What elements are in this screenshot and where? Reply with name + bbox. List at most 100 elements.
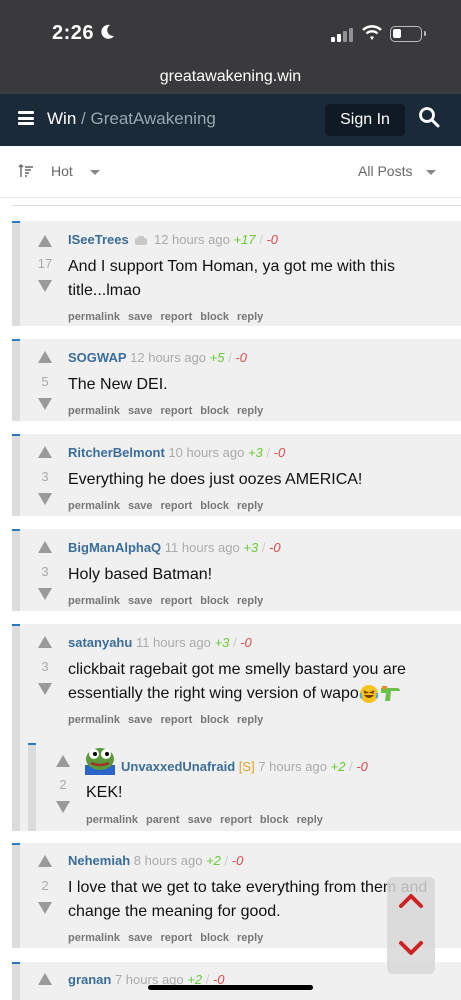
permalink-link[interactable]: permalink [68, 405, 120, 417]
block-link[interactable]: block [200, 714, 229, 726]
comment: 3 satanyahu 11 hours ago +3 / -0 clickba… [12, 624, 461, 831]
comment-time: 7 hours ago [258, 759, 327, 774]
comment-author[interactable]: Nehemiah [68, 853, 130, 868]
permalink-link[interactable]: permalink [68, 714, 120, 726]
comment: 5 SOGWAP 12 hours ago +5 / -0 The New DE… [12, 339, 461, 421]
comment-body: Holy based Batman! [68, 566, 213, 583]
comment-author[interactable]: SOGWAP [68, 350, 127, 365]
scroll-down-icon[interactable] [398, 940, 424, 958]
permalink-link[interactable]: permalink [68, 500, 120, 512]
downvote-icon[interactable] [38, 683, 52, 695]
report-link[interactable]: report [160, 932, 192, 944]
report-link[interactable]: report [160, 405, 192, 417]
comment-body: The New DEI. [68, 376, 168, 393]
upvote-icon[interactable] [38, 636, 52, 648]
reply-link[interactable]: reply [297, 814, 323, 826]
report-link[interactable]: report [160, 595, 192, 607]
comment: 3 BigManAlphaQ 11 hours ago +3 / -0 Holy… [12, 529, 461, 611]
comment-meta: Nehemiah 8 hours ago +2 / -0 [68, 853, 244, 868]
chevron-down-icon[interactable] [426, 170, 436, 175]
community-name[interactable]: GreatAwakening [90, 109, 215, 128]
block-link[interactable]: block [200, 595, 229, 607]
comment-body: KEK! [86, 784, 123, 801]
chevron-down-icon[interactable] [90, 170, 100, 175]
sort-select[interactable]: Hot [51, 163, 73, 179]
report-link[interactable]: report [160, 311, 192, 323]
comment: 3 RitcherBelmont 10 hours ago +3 / -0 Ev… [12, 434, 461, 516]
divider [12, 205, 461, 206]
comment-author[interactable]: UnvaxxedUnafraid [121, 759, 235, 774]
permalink-link[interactable]: permalink [68, 311, 120, 323]
comment-actions: permalink save report block reply [68, 405, 271, 417]
save-link[interactable]: save [128, 405, 152, 417]
report-link[interactable]: report [220, 814, 252, 826]
scroll-up-icon[interactable] [398, 891, 424, 909]
save-link[interactable]: save [128, 500, 152, 512]
comment-author[interactable]: ISeeTrees [68, 232, 129, 247]
comment-author[interactable]: granan [68, 972, 111, 987]
avatar[interactable] [83, 745, 117, 775]
laughing-emoji-icon [359, 684, 379, 703]
comment-time: 11 hours ago [135, 635, 211, 650]
comment-actions: permalink save report block reply [68, 311, 271, 323]
save-link[interactable]: save [128, 311, 152, 323]
permalink-link[interactable]: permalink [68, 595, 120, 607]
comment-body: And I support Tom Homan, ya got me with … [68, 258, 395, 299]
comment-body: Everything he does just oozes AMERICA! [68, 471, 363, 488]
comment-author[interactable]: BigManAlphaQ [68, 540, 161, 555]
save-link[interactable]: save [188, 814, 212, 826]
downvote-icon[interactable] [38, 902, 52, 914]
menu-icon[interactable] [18, 111, 34, 125]
reply-link[interactable]: reply [237, 500, 263, 512]
upvote-icon[interactable] [38, 973, 52, 985]
reply-link[interactable]: reply [237, 932, 263, 944]
downvote-icon[interactable] [56, 801, 70, 813]
block-link[interactable]: block [260, 814, 289, 826]
site-header: Win / GreatAwakening Sign In [0, 94, 461, 146]
permalink-link[interactable]: permalink [86, 814, 138, 826]
upvote-icon[interactable] [38, 855, 52, 867]
comment-actions: permalink save report block reply [68, 500, 271, 512]
reply-link[interactable]: reply [237, 405, 263, 417]
save-link[interactable]: save [128, 714, 152, 726]
reply-link[interactable]: reply [237, 714, 263, 726]
comment-meta: ISeeTrees 12 hours ago +17 / -0 [68, 232, 278, 247]
block-link[interactable]: block [200, 405, 229, 417]
filter-select[interactable]: All Posts [358, 163, 412, 179]
report-link[interactable]: report [160, 500, 192, 512]
author-tag: [S] [238, 759, 255, 774]
sort-bar: Hot All Posts [0, 146, 461, 198]
downvote-icon[interactable] [38, 398, 52, 410]
url-bar[interactable]: greatawakening.win [0, 64, 461, 94]
block-link[interactable]: block [200, 932, 229, 944]
downvote-icon[interactable] [38, 493, 52, 505]
search-icon[interactable] [418, 106, 440, 128]
parent-link[interactable]: parent [146, 814, 180, 826]
save-link[interactable]: save [128, 595, 152, 607]
comment-meta: satanyahu 11 hours ago +3 / -0 [68, 635, 252, 650]
permalink-link[interactable]: permalink [68, 932, 120, 944]
block-link[interactable]: block [200, 311, 229, 323]
comment-actions: permalink save report block reply [68, 595, 271, 607]
sort-icon[interactable] [18, 164, 34, 178]
comment-author[interactable]: satanyahu [68, 635, 132, 650]
reply-link[interactable]: reply [237, 311, 263, 323]
report-link[interactable]: report [160, 714, 192, 726]
upvote-icon[interactable] [56, 755, 70, 767]
upvote-icon[interactable] [38, 235, 52, 247]
reply-link[interactable]: reply [237, 595, 263, 607]
comment-score: 3 [41, 659, 49, 674]
upvote-icon[interactable] [38, 446, 52, 458]
comment-body: clickbait ragebait got me smelly bastard… [68, 661, 406, 703]
downvote-icon[interactable] [38, 588, 52, 600]
downvote-icon[interactable] [38, 280, 52, 292]
upvote-icon[interactable] [38, 351, 52, 363]
battery-icon [390, 26, 426, 42]
comment-meta: RitcherBelmont 10 hours ago +3 / -0 [68, 445, 286, 460]
block-link[interactable]: block [200, 500, 229, 512]
sign-in-button[interactable]: Sign In [325, 104, 405, 136]
save-link[interactable]: save [128, 932, 152, 944]
comment-author[interactable]: RitcherBelmont [68, 445, 165, 460]
site-name[interactable]: Win [47, 109, 76, 128]
upvote-icon[interactable] [38, 541, 52, 553]
